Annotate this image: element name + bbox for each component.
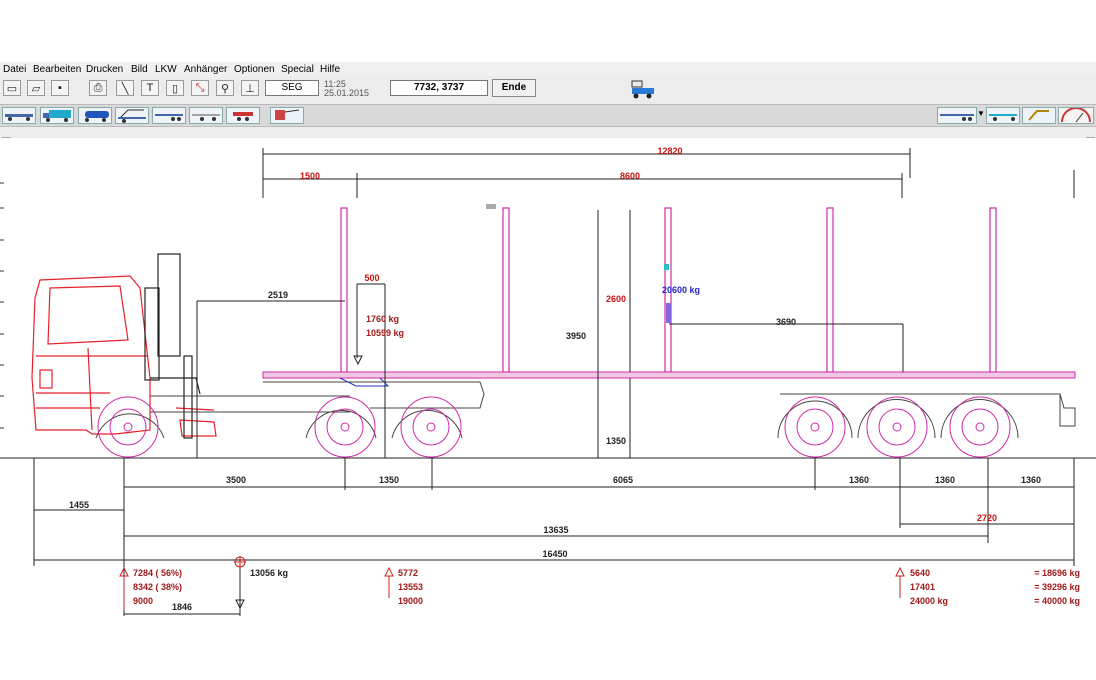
crane-truck-icon[interactable] — [115, 107, 149, 124]
menu-anhaenger[interactable]: Anhänger — [184, 64, 227, 75]
dim-segment-6: 1360 — [1021, 475, 1041, 485]
semitrailer-icon[interactable] — [152, 107, 186, 124]
dim-front-overhang: 1455 — [69, 500, 89, 510]
dim-cg-offset: 1846 — [172, 602, 192, 612]
menu-bild[interactable]: Bild — [131, 64, 148, 75]
kingpin-load-2: 10599 kg — [366, 328, 404, 338]
kingpin-load-1: 1760 kg — [366, 314, 399, 324]
clock-date: 25.01.2015 — [324, 88, 370, 98]
open-folder-icon[interactable]: ▱ — [27, 80, 45, 96]
drawing-canvas: 12820 1500 8600 500 2519 1760 kg 10599 k… — [0, 138, 1096, 620]
dim-rear-group: 2720 — [977, 513, 997, 523]
box-truck-icon[interactable] — [40, 107, 74, 124]
dim-total-height: 3950 — [566, 331, 586, 341]
delete-tool-icon[interactable]: ⤡ — [191, 80, 209, 96]
drawbar-trailer-icon[interactable] — [189, 107, 223, 124]
gauge-icon[interactable] — [1058, 107, 1094, 124]
total-max: = 40000 kg — [1034, 596, 1080, 606]
dim-kingpin-distance: 2519 — [268, 290, 288, 300]
menu-special[interactable]: Special — [281, 64, 314, 75]
dim-total-length: 16450 — [542, 549, 567, 559]
main-toolbar: ▭ ▱ ▪ ⎙ ╲ T ▯ ⤡ ⚲ ⊥ SEG 11:25 25.01.2015… — [0, 78, 1096, 100]
dim-segment-5: 1360 — [935, 475, 955, 485]
dim-segment-4: 1360 — [849, 475, 869, 485]
chevron-down-icon[interactable]: ▼ — [977, 109, 985, 121]
measure-icon[interactable]: ⊥ — [241, 80, 259, 96]
line-tool-icon[interactable]: ╲ — [116, 80, 134, 96]
tanker-icon[interactable] — [78, 107, 112, 124]
combination-icon[interactable] — [986, 107, 1020, 124]
dim-load-to-axle: 3690 — [776, 317, 796, 327]
coordinate-display: 7732, 3737 — [390, 80, 488, 96]
truck-icon[interactable] — [630, 79, 656, 99]
dolly-icon[interactable] — [226, 107, 260, 124]
dim-deck-height: 1350 — [606, 436, 626, 446]
dim-load-length: 8600 — [620, 171, 640, 181]
zoom-icon[interactable]: ⚲ — [216, 80, 234, 96]
menu-drucken[interactable]: Drucken — [86, 64, 123, 75]
total-load: = 18696 kg — [1034, 568, 1080, 578]
trailer-axle-max: 24000 kg — [910, 596, 948, 606]
dim-segment-1: 3500 — [226, 475, 246, 485]
dim-wheelbase: 13635 — [543, 525, 568, 535]
trailer-select-icon[interactable] — [937, 107, 977, 124]
drive-axle-load: 5772 — [398, 568, 418, 578]
crane-config-icon[interactable] — [1022, 107, 1056, 124]
loader-crane-icon[interactable] — [270, 107, 304, 124]
front-axle-max: 9000 — [133, 596, 153, 606]
rectangle-tool-icon[interactable]: ▯ — [166, 80, 184, 96]
trailer-axle-actual: 17401 — [910, 582, 935, 592]
print-icon[interactable]: ⎙ — [89, 80, 107, 96]
drive-axle-max: 19000 — [398, 596, 423, 606]
dim-segment-3: 6065 — [613, 475, 633, 485]
menu-bar: Datei Bearbeiten Drucken Bild LKW Anhäng… — [0, 62, 1096, 77]
load-arrow — [666, 303, 671, 323]
menu-datei[interactable]: Datei — [3, 64, 26, 75]
menu-optionen[interactable]: Optionen — [234, 64, 275, 75]
vehicle-toolbar: ▼ — [0, 104, 1096, 127]
load-marker[interactable] — [664, 264, 669, 270]
save-icon[interactable]: ▪ — [51, 80, 69, 96]
canvas-background — [0, 138, 1096, 620]
trailer-axle-load: 5640 — [910, 568, 930, 578]
menu-hilfe[interactable]: Hilfe — [320, 64, 340, 75]
marker-handle[interactable] — [486, 204, 496, 209]
front-axle-percent: 8342 ( 38%) — [133, 582, 182, 592]
load-weight: 20600 kg — [662, 285, 700, 295]
drive-axle-actual: 13553 — [398, 582, 423, 592]
dim-front-offset: 1500 — [300, 171, 320, 181]
text-tool-icon[interactable]: T — [141, 80, 159, 96]
menu-bearbeiten[interactable]: Bearbeiten — [33, 64, 81, 75]
dim-segment-2: 1350 — [379, 475, 399, 485]
seg-field[interactable]: SEG — [265, 80, 319, 96]
menu-lkw[interactable]: LKW — [155, 64, 177, 75]
front-axle-load: 7284 ( 56%) — [133, 568, 182, 578]
dim-overall-length: 12820 — [657, 146, 682, 156]
dim-load-height: 2600 — [606, 294, 626, 304]
end-button[interactable]: Ende — [492, 79, 536, 97]
dim-kingpin-offset: 500 — [364, 273, 379, 283]
new-file-icon[interactable]: ▭ — [3, 80, 21, 96]
truck-chassis-icon[interactable] — [2, 107, 36, 124]
total-actual: = 39296 kg — [1034, 582, 1080, 592]
cg-weight: 13056 kg — [250, 568, 288, 578]
